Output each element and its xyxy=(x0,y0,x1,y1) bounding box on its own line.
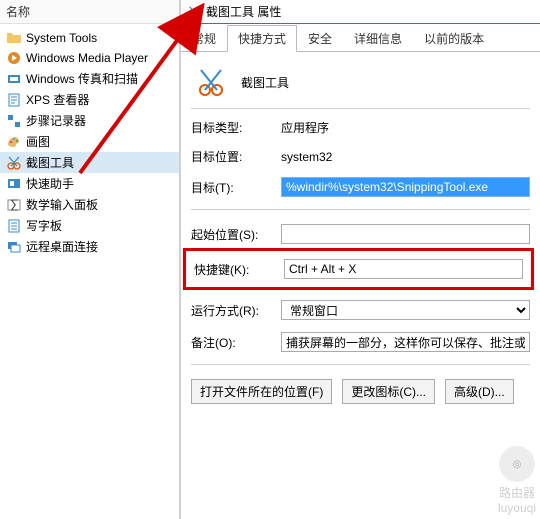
tree-item-label: 截图工具 xyxy=(26,154,74,171)
row-target: 目标(T): xyxy=(191,177,530,197)
advanced-button[interactable]: 高级(D)... xyxy=(445,379,514,404)
shortcut-key-input[interactable] xyxy=(284,259,523,279)
wmp-icon xyxy=(6,50,22,66)
tree-item-label: 画图 xyxy=(26,133,50,150)
folder-icon xyxy=(6,30,22,46)
paint-icon xyxy=(6,134,22,150)
tree-item-label: XPS 查看器 xyxy=(26,91,89,108)
row-shortcut-key: 快捷键(K): xyxy=(194,259,523,279)
tabs-bar: 常规快捷方式安全详细信息以前的版本 xyxy=(181,24,540,52)
tree-item-label: 远程桌面连接 xyxy=(26,238,98,255)
tree-item-steps[interactable]: 步骤记录器 xyxy=(0,110,179,131)
properties-window: 截图工具 属性 常规快捷方式安全详细信息以前的版本 目标类型: 应用程序 目标位… xyxy=(180,0,540,519)
tree-list: System Tools Windows Media Player Windows … xyxy=(0,24,179,261)
tree-item-wmp[interactable]: Windows Media Player xyxy=(0,48,179,68)
row-target-type: 目标类型: 应用程序 xyxy=(191,119,530,136)
window-title: 截图工具 属性 xyxy=(206,3,281,20)
tree-item-label: Windows 传真和扫描 xyxy=(26,70,138,87)
label-start-in: 起始位置(S): xyxy=(191,226,281,243)
tree-item-snip[interactable]: 截图工具 xyxy=(0,152,179,173)
tab-shortcut-body: 目标类型: 应用程序 目标位置: system32 目标(T): 起始位置(S)… xyxy=(181,52,540,519)
row-start-in: 起始位置(S): xyxy=(191,224,530,244)
tab-快捷方式[interactable]: 快捷方式 xyxy=(227,25,297,52)
tab-以前的版本[interactable]: 以前的版本 xyxy=(413,25,495,52)
row-comment: 备注(O): xyxy=(191,332,530,352)
tree-item-fax[interactable]: Windows 传真和扫描 xyxy=(0,68,179,89)
tab-常规[interactable]: 常规 xyxy=(181,25,227,52)
tree-item-label: 快速助手 xyxy=(26,175,74,192)
assist-icon xyxy=(6,176,22,192)
label-target: 目标(T): xyxy=(191,179,281,196)
change-icon-button[interactable]: 更改图标(C)... xyxy=(342,379,435,404)
snip-icon xyxy=(6,155,22,171)
svg-text:∑: ∑ xyxy=(10,197,19,211)
explorer-panel: 名称 System Tools Windows Media Player Windo… xyxy=(0,0,180,519)
tree-item-rdp[interactable]: 远程桌面连接 xyxy=(0,236,179,257)
snipping-tool-icon xyxy=(195,66,227,98)
label-comment: 备注(O): xyxy=(191,334,281,351)
tree-item-folder[interactable]: System Tools xyxy=(0,28,179,48)
xps-icon xyxy=(6,92,22,108)
tree-item-label: Windows Media Player xyxy=(26,51,148,65)
target-input[interactable] xyxy=(281,177,530,197)
label-shortcut-key: 快捷键(K): xyxy=(194,261,284,278)
tree-item-xps[interactable]: XPS 查看器 xyxy=(0,89,179,110)
tree-item-paint[interactable]: 画图 xyxy=(0,131,179,152)
snipping-tool-icon xyxy=(187,5,201,19)
divider xyxy=(191,209,530,210)
tree-item-label: System Tools xyxy=(26,31,97,45)
title-bar: 截图工具 属性 xyxy=(181,0,540,24)
label-target-type: 目标类型: xyxy=(191,119,281,136)
tree-item-label: 数学输入面板 xyxy=(26,196,98,213)
comment-input[interactable] xyxy=(281,332,530,352)
row-target-location: 目标位置: system32 xyxy=(191,148,530,165)
value-target-type: 应用程序 xyxy=(281,119,329,136)
header-block xyxy=(191,66,530,109)
open-file-location-button[interactable]: 打开文件所在的位置(F) xyxy=(191,379,332,404)
fax-icon xyxy=(6,71,22,87)
rdp-icon xyxy=(6,239,22,255)
steps-icon xyxy=(6,113,22,129)
label-target-location: 目标位置: xyxy=(191,148,281,165)
start-in-input[interactable] xyxy=(281,224,530,244)
tab-详细信息[interactable]: 详细信息 xyxy=(343,25,413,52)
app-name-field[interactable] xyxy=(241,75,530,89)
tab-安全[interactable]: 安全 xyxy=(297,25,343,52)
math-icon: ∑ xyxy=(6,197,22,213)
row-run: 运行方式(R): 常规窗口 xyxy=(191,300,530,320)
tree-item-math[interactable]: ∑ 数学输入面板 xyxy=(0,194,179,215)
button-row: 打开文件所在的位置(F) 更改图标(C)... 高级(D)... xyxy=(191,364,530,404)
tree-item-wordpad[interactable]: 写字板 xyxy=(0,215,179,236)
run-select[interactable]: 常规窗口 xyxy=(281,300,530,320)
highlight-box: 快捷键(K): xyxy=(183,248,534,290)
wordpad-icon xyxy=(6,218,22,234)
tree-item-label: 写字板 xyxy=(26,217,62,234)
column-header-name[interactable]: 名称 xyxy=(0,0,179,24)
tree-item-label: 步骤记录器 xyxy=(26,112,86,129)
tree-item-assist[interactable]: 快速助手 xyxy=(0,173,179,194)
label-run: 运行方式(R): xyxy=(191,302,281,319)
value-target-location: system32 xyxy=(281,150,332,164)
